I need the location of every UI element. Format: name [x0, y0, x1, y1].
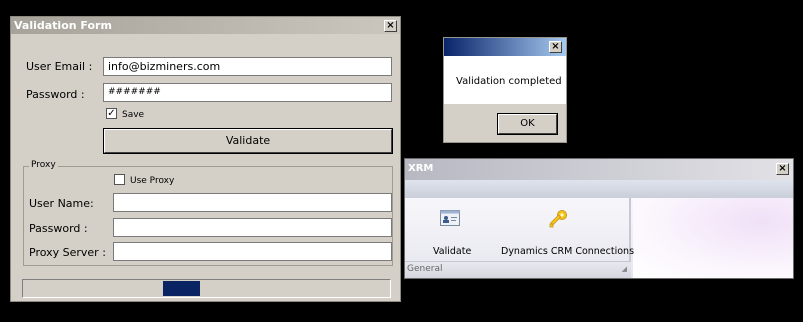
ribbon-group-label: General [407, 264, 443, 274]
proxy-user-name-input[interactable] [113, 193, 392, 212]
validation-form-title: Validation Form [14, 19, 112, 32]
key-icon [549, 210, 567, 228]
ribbon: Validate Dynamics CRM Connections Genera… [405, 198, 793, 278]
ribbon-group-footer: General ◢ [405, 261, 631, 278]
password-label: Password : [26, 88, 85, 101]
close-icon: × [386, 20, 395, 31]
validate-button[interactable]: Validate [103, 128, 393, 154]
use-proxy-label: Use Proxy [130, 176, 175, 186]
close-icon: × [551, 41, 560, 52]
proxy-server-label: Proxy Server : [29, 246, 106, 259]
xrm-window: XRM × Validate Dynamics CRM Connections … [404, 158, 794, 279]
validation-form-window: Validation Form × User Email : info@bizm… [10, 16, 401, 302]
save-label: Save [122, 110, 145, 120]
message-box-titlebar[interactable]: × [444, 38, 566, 56]
contact-card-icon [440, 210, 460, 226]
proxy-legend: Proxy [29, 160, 58, 170]
validation-form-titlebar[interactable]: Validation Form × [11, 17, 400, 34]
xrm-titlebar[interactable]: XRM × [405, 159, 793, 180]
xrm-title: XRM [408, 163, 434, 174]
progress-fill [163, 281, 200, 296]
close-icon: × [778, 163, 787, 174]
user-email-label: User Email : [26, 60, 93, 73]
ribbon-validate-button[interactable]: Validate [421, 204, 477, 258]
message-close-button[interactable]: × [549, 41, 562, 53]
ribbon-crm-connections-label: Dynamics CRM Connections [501, 246, 635, 257]
message-box-window: × Validation completed OK [443, 37, 567, 143]
proxy-user-name-label: User Name: [29, 197, 94, 210]
progress-bar [22, 279, 391, 298]
password-input[interactable]: ####### [103, 83, 392, 102]
save-checkbox[interactable]: ✓ [106, 108, 117, 119]
use-proxy-checkbox[interactable] [114, 174, 125, 185]
ok-button[interactable]: OK [497, 113, 558, 135]
proxy-server-input[interactable] [113, 242, 392, 261]
close-button[interactable]: × [384, 20, 397, 32]
dialog-launcher-icon[interactable]: ◢ [622, 265, 627, 273]
user-email-input[interactable]: info@bizminers.com [103, 57, 392, 76]
proxy-password-input[interactable] [113, 218, 392, 237]
message-text: Validation completed [456, 76, 562, 87]
ribbon-background-art [629, 198, 793, 278]
proxy-password-label: Password : [29, 222, 88, 235]
ribbon-crm-connections-button[interactable]: Dynamics CRM Connections [495, 204, 634, 258]
ribbon-validate-label: Validate [433, 246, 472, 257]
ribbon-tab-bar [405, 180, 793, 198]
xrm-close-button[interactable]: × [776, 163, 789, 175]
